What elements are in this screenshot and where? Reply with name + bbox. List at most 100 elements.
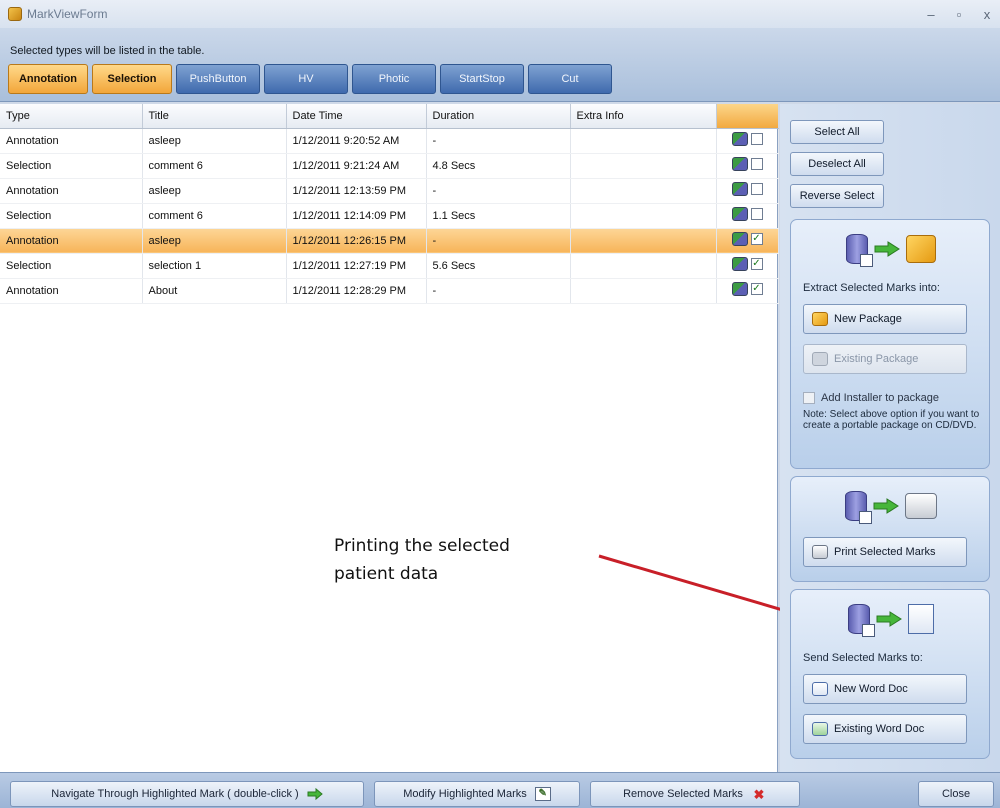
column-header-duration[interactable]: Duration [426,104,571,129]
tab-annotation[interactable]: Annotation [8,64,88,94]
print-flow-graphic [791,491,991,524]
mark-select-wrap [731,157,763,171]
cell-select: ✓ [716,228,779,254]
print-selected-marks-button[interactable]: Print Selected Marks [803,537,967,567]
tab-cut[interactable]: Cut [528,64,612,94]
modify-label: Modify Highlighted Marks [403,788,527,800]
printer-icon [812,545,828,559]
cell-select [716,203,779,229]
new-package-button[interactable]: New Package [803,304,967,334]
filter-hint: Selected types will be listed in the tab… [10,45,205,57]
tab-pushbutton[interactable]: PushButton [176,64,260,94]
modify-highlighted-marks-button[interactable]: Modify Highlighted Marks ✎ [374,781,580,807]
column-header-title[interactable]: Title [142,104,287,129]
add-installer-checkbox[interactable] [803,392,815,404]
mark-type-icon [731,232,748,246]
column-header-select[interactable] [716,104,778,129]
send-to-word-group: Send Selected Marks to: New Word Doc Exi… [790,589,990,759]
cell-extra-info [570,228,717,254]
row-select-checkbox[interactable] [750,208,763,220]
table-row[interactable]: Selection comment 6 1/12/2011 12:14:09 PM 1… [0,203,779,229]
extract-group: Extract Selected Marks into: New Package… [790,219,990,469]
tab-hv[interactable]: HV [264,64,348,94]
table-row[interactable]: Annotation About 1/12/2011 12:28:29 PM - ✓ [0,278,779,304]
new-word-doc-button[interactable]: New Word Doc [803,674,967,704]
column-header-type[interactable]: Type [0,104,143,129]
cell-datetime: 1/12/2011 12:13:59 PM [286,178,427,204]
green-arrow-icon [307,787,323,801]
annotation-line-1: Printing the selected [334,536,510,556]
mark-select-wrap [731,132,763,146]
tab-photic[interactable]: Photic [352,64,436,94]
word-document-icon [812,722,828,736]
existing-package-label: Existing Package [834,353,919,365]
minimize-button[interactable]: – [924,7,938,22]
cell-datetime: 1/12/2011 9:20:52 AM [286,128,427,154]
remove-selected-marks-button[interactable]: Remove Selected Marks ✖ [590,781,800,807]
marks-table: Type Title Date Time Duration Extra Info… [0,104,779,304]
database-icon [845,491,872,524]
column-header-extra-info[interactable]: Extra Info [570,104,717,129]
right-panel: Select All Deselect All Reverse Select E… [780,104,1000,772]
cell-type: Annotation [0,128,143,154]
tab-startstop[interactable]: StartStop [440,64,524,94]
cell-extra-info [570,153,717,179]
tab-selection[interactable]: Selection [92,64,172,94]
table-row[interactable]: Selection comment 6 1/12/2011 9:21:24 AM 4.… [0,153,779,179]
existing-word-doc-button[interactable]: Existing Word Doc [803,714,967,744]
row-select-checkbox[interactable] [750,133,763,145]
cell-duration: 5.6 Secs [426,253,571,279]
bottom-toolbar: Navigate Through Highlighted Mark ( doub… [0,772,1000,808]
cell-type: Annotation [0,278,143,304]
cell-type: Selection [0,153,143,179]
cell-duration: 1.1 Secs [426,203,571,229]
row-select-checkbox[interactable]: ✓ [750,283,763,295]
cell-title: selection 1 [142,253,287,279]
cell-select: ✓ [716,278,779,304]
cell-duration: - [426,178,571,204]
row-select-checkbox[interactable] [750,158,763,170]
cell-extra-info [570,253,717,279]
cell-select [716,128,779,154]
cell-extra-info [570,178,717,204]
type-filter-strip: Selected types will be listed in the tab… [0,28,1000,102]
existing-word-doc-label: Existing Word Doc [834,723,925,735]
app-icon [8,7,22,21]
cell-title: asleep [142,228,287,254]
close-window-button[interactable]: x [980,7,994,22]
close-button[interactable]: Close [918,781,994,807]
red-x-icon: ✖ [753,786,765,802]
mark-type-icon [731,207,748,221]
table-row[interactable]: Selection selection 1 1/12/2011 12:27:19 P… [0,253,779,279]
maximize-button[interactable]: ▫ [952,7,966,22]
add-installer-label: Add Installer to package [821,392,940,404]
navigate-highlighted-mark-button[interactable]: Navigate Through Highlighted Mark ( doub… [10,781,364,807]
database-icon [846,234,873,267]
row-select-checkbox[interactable]: ✓ [750,258,763,270]
navigate-label: Navigate Through Highlighted Mark ( doub… [51,788,299,800]
cell-type: Annotation [0,178,143,204]
mark-select-wrap: ✓ [731,282,763,296]
extract-flow-graphic [791,234,991,267]
cell-duration: 4.8 Secs [426,153,571,179]
row-select-checkbox[interactable] [750,183,763,195]
row-select-checkbox[interactable]: ✓ [750,233,763,245]
word-document-icon [908,604,934,634]
mark-type-icon [731,282,748,296]
add-installer-option[interactable]: Add Installer to package [803,392,939,404]
print-selected-marks-label: Print Selected Marks [834,546,936,558]
mark-select-wrap [731,182,763,196]
reverse-select-button[interactable]: Reverse Select [790,184,884,208]
column-header-datetime[interactable]: Date Time [286,104,427,129]
existing-package-button[interactable]: Existing Package [803,344,967,374]
select-all-button[interactable]: Select All [790,120,884,144]
mark-select-wrap [731,207,763,221]
table-row[interactable]: Annotation asleep 1/12/2011 12:13:59 PM - [0,178,779,204]
deselect-all-button[interactable]: Deselect All [790,152,884,176]
cell-select [716,153,779,179]
new-word-doc-label: New Word Doc [834,683,908,695]
table-row[interactable]: Annotation asleep 1/12/2011 12:26:15 PM - ✓ [0,228,779,254]
table-header-row: Type Title Date Time Duration Extra Info [0,104,778,129]
table-row[interactable]: Annotation asleep 1/12/2011 9:20:52 AM - [0,128,779,154]
word-document-icon [812,682,828,696]
